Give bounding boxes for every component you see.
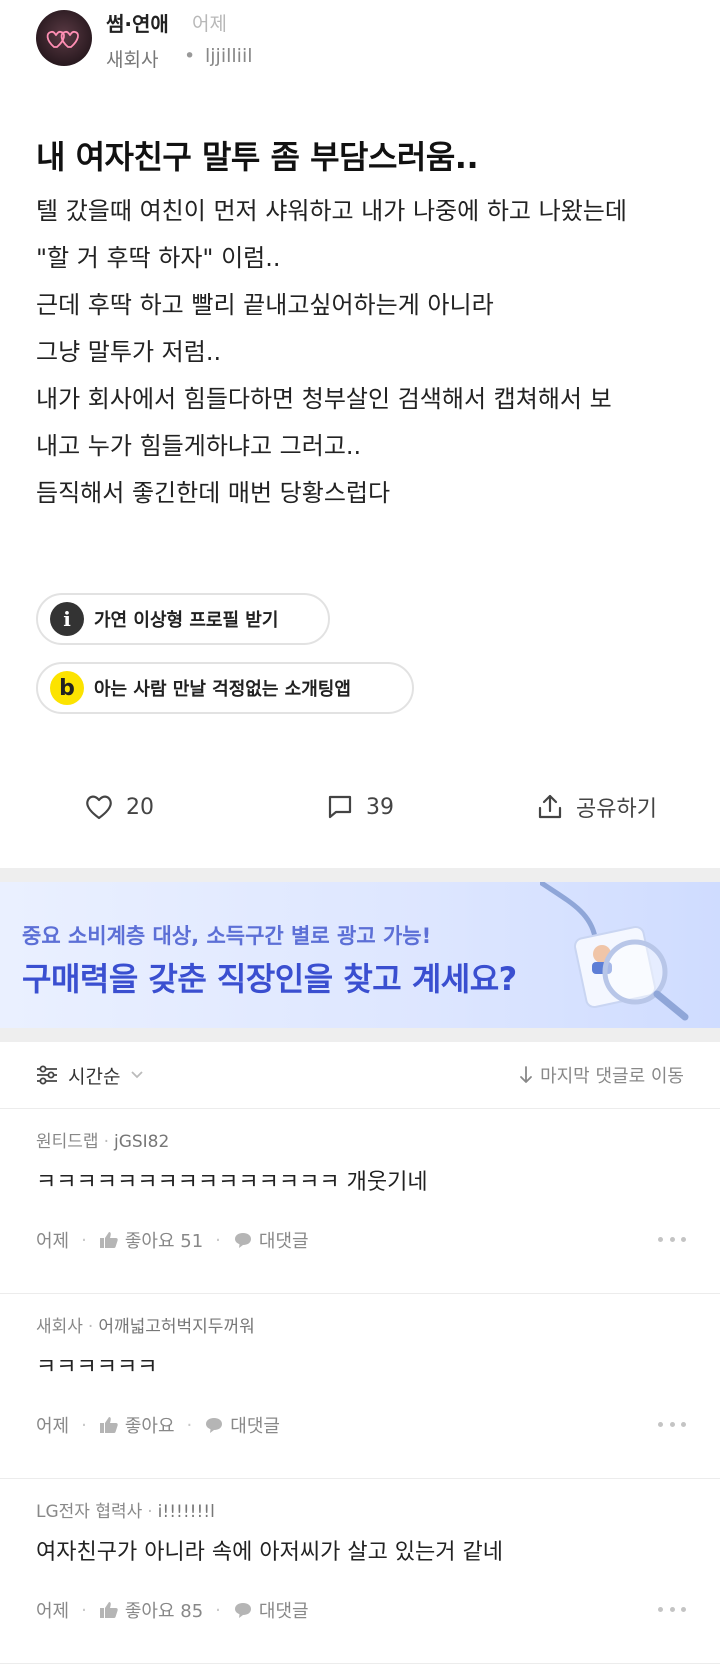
id-card-magnifier-icon bbox=[540, 882, 689, 1021]
comment-text: ㅋㅋㅋㅋㅋㅋ bbox=[36, 1355, 158, 1380]
separator-dot: • bbox=[184, 45, 196, 67]
share-button[interactable]: 공유하기 bbox=[536, 780, 657, 834]
avatar[interactable] bbox=[36, 10, 92, 66]
jump-label: 마지막 댓글로 이동 bbox=[540, 1066, 684, 1087]
jump-to-last-comment[interactable]: 마지막 댓글로 이동 bbox=[518, 1042, 684, 1108]
comment-meta: LG전자 협력사 · i!!!!!!!l bbox=[36, 1497, 215, 1522]
comment-text: 여자친구가 아니라 속에 아저씨가 살고 있는거 같네 bbox=[36, 1540, 504, 1565]
promo-chip-profile[interactable]: i 가연 이상형 프로필 받기 bbox=[36, 593, 330, 645]
chip-label: 아는 사람 만날 걱정없는 소개팅앱 bbox=[94, 679, 351, 700]
comment-author[interactable]: i!!!!!!!l bbox=[158, 1502, 215, 1522]
comment-time: 어제 bbox=[36, 1231, 70, 1252]
comment-author[interactable]: 어깨넓고허벅지두꺼워 bbox=[98, 1317, 254, 1337]
more-options-icon[interactable] bbox=[658, 1414, 686, 1434]
separator-dot: · bbox=[215, 1229, 221, 1251]
heart-icon bbox=[86, 795, 112, 820]
comment-like-button[interactable]: 좋아요 bbox=[99, 1412, 175, 1438]
body-line: "할 거 후딱 하자" 이럼.. bbox=[36, 244, 281, 272]
speech-bubble-icon bbox=[234, 1603, 251, 1618]
comment-reply-button[interactable]: 대댓글 bbox=[233, 1227, 309, 1253]
more-options-icon[interactable] bbox=[658, 1229, 686, 1249]
thumbs-up-icon bbox=[99, 1232, 118, 1248]
share-label: 공유하기 bbox=[576, 797, 657, 822]
like-button[interactable]: 20 bbox=[84, 780, 154, 834]
promo-chip-dating-app[interactable]: b 아는 사람 만날 걱정없는 소개팅앱 bbox=[36, 662, 414, 714]
comment-author[interactable]: jGSI82 bbox=[114, 1132, 169, 1152]
post-time: 어제 bbox=[192, 13, 227, 35]
post-title: 내 여자친구 말투 좀 부담스러움.. bbox=[36, 138, 479, 176]
comment-reply-label: 대댓글 bbox=[258, 1601, 309, 1622]
divider bbox=[0, 868, 720, 882]
more-options-icon[interactable] bbox=[658, 1599, 686, 1619]
separator-dot: · bbox=[186, 1414, 193, 1436]
comment-reply-button[interactable]: 대댓글 bbox=[233, 1597, 309, 1623]
post-body: 텔 갔을때 여친이 먼저 샤워하고 내가 나중에 하고 나왔는데 "할 거 후딱… bbox=[36, 188, 696, 517]
body-line: 내가 회사에서 힘들다하면 청부살인 검색해서 캡쳐해서 보 bbox=[36, 385, 612, 413]
sort-label: 시간순 bbox=[68, 1065, 121, 1088]
separator-dot: · bbox=[81, 1599, 87, 1621]
body-line: 듬직해서 좋긴한데 매번 당황스럽다 bbox=[36, 479, 391, 507]
body-line: 근데 후딱 하고 빨리 끝내고싶어하는게 아니라 bbox=[36, 291, 494, 319]
comment-like-label: 좋아요 51 bbox=[124, 1231, 204, 1252]
comment-reply-label: 대댓글 bbox=[258, 1231, 309, 1252]
speech-bubble-icon bbox=[234, 1233, 251, 1248]
post-header: 썸·연애 어제 새회사 • ljjilliil bbox=[0, 0, 720, 110]
comment-footer: 어제 · 좋아요 85 · 대댓글 bbox=[36, 1597, 309, 1623]
comment-footer: 어제 · 좋아요 51 · 대댓글 bbox=[36, 1227, 309, 1253]
ad-headline: 구매력을 갖춘 직장인을 찾고 계세요? bbox=[22, 960, 517, 998]
sort-dropdown[interactable]: 시간순 bbox=[36, 1042, 144, 1108]
author-nickname[interactable]: ljjilliil bbox=[205, 45, 253, 67]
comment-company: 원티드랩 bbox=[36, 1132, 99, 1152]
comment-company: LG전자 협력사 bbox=[36, 1502, 143, 1522]
comment-time: 어제 bbox=[36, 1601, 70, 1622]
comment-meta: 새회사 · 어깨넓고허벅지두꺼워 bbox=[36, 1312, 255, 1337]
post-actions: 20 39 공유하기 bbox=[0, 780, 720, 834]
comment-item: 새회사 · 어깨넓고허벅지두꺼워 ㅋㅋㅋㅋㅋㅋ 어제 · 좋아요 · 대댓글 bbox=[0, 1294, 720, 1479]
separator-dot: · bbox=[103, 1132, 109, 1152]
channel-name[interactable]: 썸·연애 bbox=[106, 8, 169, 37]
ad-banner[interactable]: 중요 소비계층 대상, 소득구간 별로 광고 가능! 구매력을 갖춘 직장인을 … bbox=[0, 882, 720, 1028]
separator-dot: · bbox=[147, 1502, 153, 1522]
comment-like-button[interactable]: 좋아요 51 bbox=[99, 1227, 203, 1253]
share-icon bbox=[538, 794, 562, 819]
chip-label: 가연 이상형 프로필 받기 bbox=[94, 610, 279, 631]
body-line: 텔 갔을때 여친이 먼저 샤워하고 내가 나중에 하고 나왔는데 bbox=[36, 197, 627, 225]
author-company: 새회사 bbox=[106, 49, 159, 71]
comment-time: 어제 bbox=[36, 1416, 70, 1437]
comment-reply-label: 대댓글 bbox=[230, 1416, 280, 1437]
comment-reply-button[interactable]: 대댓글 bbox=[204, 1412, 280, 1438]
comment-item: LG전자 협력사 · i!!!!!!!l 여자친구가 아니라 속에 아저씨가 살고 … bbox=[0, 1479, 720, 1664]
separator-dot: · bbox=[87, 1317, 94, 1337]
divider bbox=[0, 1028, 720, 1042]
filter-sliders-icon bbox=[37, 1065, 57, 1085]
chevron-down-icon bbox=[131, 1071, 144, 1079]
body-line: 내고 누가 힘들게하냐고 그러고.. bbox=[36, 432, 362, 460]
hearts-icon bbox=[46, 30, 79, 48]
comment-text: ㅋㅋㅋㅋㅋㅋㅋㅋㅋㅋㅋㅋㅋㅋㅋ 개웃기네 bbox=[36, 1170, 428, 1195]
comment-like-label: 좋아요 85 bbox=[124, 1601, 204, 1622]
speech-bubble-icon bbox=[206, 1418, 223, 1433]
comment-count: 39 bbox=[366, 794, 394, 820]
comment-button[interactable]: 39 bbox=[326, 780, 394, 834]
ad-subtitle: 중요 소비계층 대상, 소득구간 별로 광고 가능! bbox=[22, 924, 432, 948]
b-logo-icon: b bbox=[50, 671, 84, 705]
thumbs-up-icon bbox=[99, 1417, 118, 1433]
separator-dot: · bbox=[215, 1599, 221, 1621]
comment-company: 새회사 bbox=[36, 1317, 83, 1337]
arrow-down-icon bbox=[520, 1066, 532, 1083]
comment-meta: 원티드랩 · jGSI82 bbox=[36, 1127, 169, 1152]
comment-like-button[interactable]: 좋아요 85 bbox=[99, 1597, 203, 1623]
comment-sort-bar: 시간순 마지막 댓글로 이동 bbox=[0, 1042, 720, 1109]
thumbs-up-icon bbox=[99, 1602, 118, 1618]
info-icon: i bbox=[50, 602, 84, 636]
separator-dot: · bbox=[81, 1414, 87, 1436]
body-line: 그냥 말투가 저럼.. bbox=[36, 338, 222, 366]
separator-dot: · bbox=[81, 1229, 87, 1251]
like-count: 20 bbox=[126, 794, 154, 820]
comment-item: 원티드랩 · jGSI82 ㅋㅋㅋㅋㅋㅋㅋㅋㅋㅋㅋㅋㅋㅋㅋ 개웃기네 어제 · 좋아… bbox=[0, 1109, 720, 1294]
comment-footer: 어제 · 좋아요 · 대댓글 bbox=[36, 1412, 280, 1438]
comment-like-label: 좋아요 bbox=[124, 1416, 175, 1437]
comment-icon bbox=[328, 795, 352, 819]
